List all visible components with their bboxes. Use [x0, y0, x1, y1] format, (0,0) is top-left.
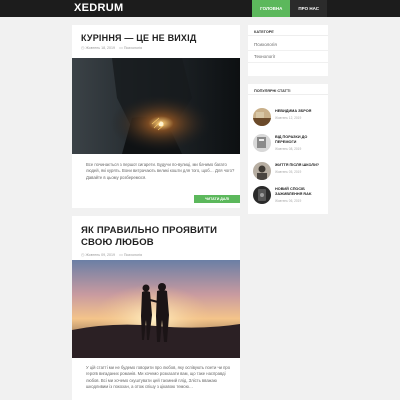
popular-post-date: Жовтень 12, 2019	[275, 116, 302, 120]
popular-post-title[interactable]: НОВИЙ СПОСІБ ЗАЖИВЛЕННЯ RAK	[275, 187, 325, 197]
post-card: ЯК ПРАВИЛЬНО ПРОЯВИТИ СВОЮ ЛЮБОВ ◷Жовтен…	[72, 216, 240, 400]
post-image-smoking[interactable]	[72, 58, 240, 154]
post-title[interactable]: КУРІННЯ — ЦЕ НЕ ВИХІД	[81, 33, 196, 43]
post-excerpt: Все починається з першої сигарети. Будуч…	[86, 162, 235, 180]
popular-post-item[interactable]: ВІД ПОРАЗКИ ДО ПЕРЕМОГИ Жовтень 08, 2019	[248, 134, 328, 158]
post-category[interactable]: Психологія	[124, 253, 142, 257]
popular-post-title[interactable]: ВІД ПОРАЗКИ ДО ПЕРЕМОГИ	[275, 135, 325, 145]
popular-post-thumbnail[interactable]	[253, 108, 271, 126]
popular-post-thumbnail[interactable]	[253, 134, 271, 152]
calendar-icon: ◷	[81, 45, 85, 50]
widget-title: ПОПУЛЯРНІ СТАТТІ	[248, 84, 328, 95]
top-navbar: XEDRUM ГОЛОВНА ПРО НАС	[0, 0, 400, 17]
popular-post-item[interactable]: НОВИЙ СПОСІБ ЗАЖИВЛЕННЯ RAK Жовтень 06, …	[248, 186, 328, 210]
read-more-button[interactable]: ЧИТАТИ ДАЛІ	[194, 195, 240, 203]
main-nav: ГОЛОВНА ПРО НАС	[252, 0, 327, 17]
popular-post-date: Жовтень 08, 2019	[275, 147, 302, 151]
post-date: Жовтень 09, 2019	[85, 253, 116, 257]
post-date: Жовтень 18, 2019	[85, 46, 116, 50]
popular-post-thumbnail[interactable]	[253, 186, 271, 204]
popular-post-item[interactable]: ЖИТТЯ ПІСЛЯ ШКОЛИ? Жовтень 05, 2019	[248, 162, 328, 186]
nav-about-link[interactable]: ПРО НАС	[290, 0, 327, 17]
popular-post-thumbnail[interactable]	[253, 162, 271, 180]
post-card: КУРІННЯ — ЦЕ НЕ ВИХІД ◷Жовтень 18, 2019 …	[72, 25, 240, 208]
post-title[interactable]: ЯК ПРАВИЛЬНО ПРОЯВИТИ СВОЮ ЛЮБОВ	[81, 225, 236, 249]
popular-post-title[interactable]: ЖИТТЯ ПІСЛЯ ШКОЛИ?	[275, 163, 325, 168]
post-image-couple[interactable]	[72, 260, 240, 358]
categories-widget: КАТЕГОРІЇ Психологія Технології	[248, 25, 328, 76]
post-excerpt: У цій статті ми не будемо говорити про л…	[86, 365, 231, 390]
post-meta: ◷Жовтень 09, 2019 ▭Психологія	[81, 252, 142, 257]
widget-title: КАТЕГОРІЇ	[248, 25, 328, 36]
folder-icon: ▭	[119, 45, 123, 50]
popular-post-title[interactable]: НЕВИДИМА ЗБРОЯ	[275, 109, 325, 114]
popular-post-item[interactable]: НЕВИДИМА ЗБРОЯ Жовтень 12, 2019	[248, 108, 328, 132]
popular-post-date: Жовтень 06, 2019	[275, 199, 302, 203]
site-logo[interactable]: XEDRUM	[74, 2, 123, 14]
category-link-psychology[interactable]: Психологія	[248, 39, 328, 51]
folder-icon: ▭	[119, 252, 123, 257]
nav-home-link[interactable]: ГОЛОВНА	[252, 0, 291, 17]
calendar-icon: ◷	[81, 252, 85, 257]
post-category[interactable]: Психологія	[124, 46, 142, 50]
post-meta: ◷Жовтень 18, 2019 ▭Психологія	[81, 45, 142, 50]
category-link-technology[interactable]: Технології	[248, 51, 328, 63]
popular-post-date: Жовтень 05, 2019	[275, 170, 302, 174]
popular-posts-widget: ПОПУЛЯРНІ СТАТТІ НЕВИДИМА ЗБРОЯ Жовтень …	[248, 84, 328, 214]
